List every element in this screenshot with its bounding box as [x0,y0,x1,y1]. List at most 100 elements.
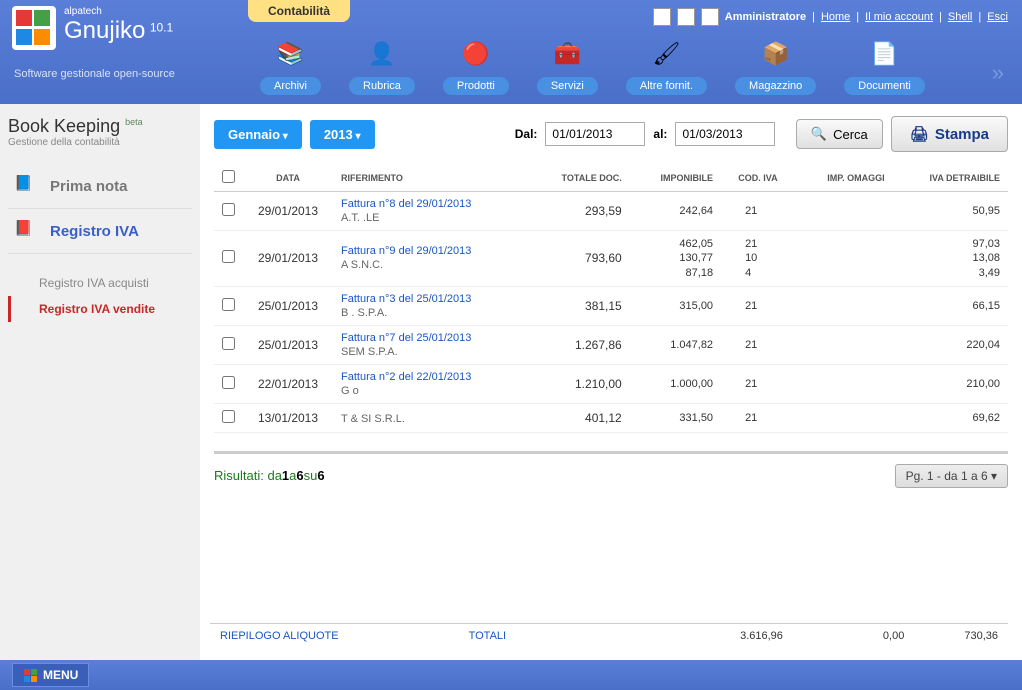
main-nav: 📚Archivi 👤Rubrica 🔴Prodotti 🧰Servizi 🖌Al… [260,36,925,95]
gear-icon[interactable]: ⚙ [653,8,671,26]
cell-imp: 331,50 [630,403,721,432]
cell-imp: 1.047,82 [630,325,721,364]
cell-cod: 21 [721,192,795,231]
nav-prodotti[interactable]: 🔴Prodotti [443,36,509,95]
cell-omag [795,325,893,364]
nav-servizi[interactable]: 🧰Servizi [537,36,598,95]
row-checkbox[interactable] [222,298,235,311]
cell-tot: 793,60 [528,231,630,287]
row-checkbox[interactable] [222,376,235,389]
date-to-input[interactable] [675,122,775,146]
cell-tot: 1.210,00 [528,364,630,403]
cell-tot: 293,59 [528,192,630,231]
cell-date: 22/01/2013 [243,364,333,403]
invoice-link[interactable]: Fattura n°2 del 22/01/2013 [341,371,520,383]
invoice-link[interactable]: Fattura n°3 del 25/01/2013 [341,293,520,305]
cell-omag [795,192,893,231]
nav-documenti[interactable]: 📄Documenti [844,36,925,95]
link-account[interactable]: Il mio account [865,11,933,23]
year-select[interactable]: 2013 [310,120,375,149]
subitem-iva-vendite[interactable]: Registro IVA vendite [8,296,192,322]
col-iva: IVA DETRAIBILE [893,164,1008,192]
link-shell[interactable]: Shell [948,11,972,23]
month-select[interactable]: Gennaio [214,120,302,149]
print-button[interactable]: 🖨Stampa [891,116,1008,152]
date-from-input[interactable] [545,122,645,146]
link-home[interactable]: Home [821,11,850,23]
warehouse-icon: 📦 [758,36,794,72]
module-tab[interactable]: Contabilità [248,0,350,22]
entries-table: DATA RIFERIMENTO TOTALE DOC. IMPONIBILE … [214,164,1008,433]
cell-tot: 401,12 [528,403,630,432]
col-data: DATA [243,164,333,192]
table-row: 29/01/2013Fattura n°8 del 29/01/2013A.T.… [214,192,1008,231]
nav-more-icon[interactable]: » [992,60,1004,86]
calendar-icon[interactable]: 12 [677,8,695,26]
cell-cod: 21 [721,286,795,325]
cell-omag [795,364,893,403]
nav-archivi[interactable]: 📚Archivi [260,36,321,95]
cell-ref: Fattura n°7 del 25/01/2013SEM S.P.A. [333,325,528,364]
invoice-link[interactable]: Fattura n°8 del 29/01/2013 [341,198,520,210]
sidebar-item-registro-iva[interactable]: 📕 Registro IVA [8,209,192,254]
col-omaggi: IMP. OMAGGI [795,164,893,192]
cell-imp: 1.000,00 [630,364,721,403]
select-all-checkbox[interactable] [222,170,235,183]
table-row: 25/01/2013Fattura n°7 del 25/01/2013SEM … [214,325,1008,364]
row-checkbox[interactable] [222,410,235,423]
top-links: ⚙ 12 ▭ Amministratore | Home | Il mio ac… [653,8,1008,26]
table-row: 29/01/2013Fattura n°9 del 29/01/2013A S.… [214,231,1008,287]
col-totale: TOTALE DOC. [528,164,630,192]
user-label: Amministratore [725,11,806,23]
cell-iva: 97,0313,083,49 [893,231,1008,287]
invoice-link[interactable]: Fattura n°7 del 25/01/2013 [341,332,520,344]
app-header: alpatech Gnujiko 10.1 Software gestional… [0,0,1022,104]
cell-tot: 381,15 [528,286,630,325]
search-icon: 🔍 [811,126,827,142]
summary-row: RIEPILOGO ALIQUOTE TOTALI 3.616,96 0,00 … [210,623,1008,648]
nav-magazzino[interactable]: 📦Magazzino [735,36,816,95]
nav-fornit[interactable]: 🖌Altre fornit. [626,36,707,95]
from-label: Dal: [515,127,538,141]
row-checkbox[interactable] [222,250,235,263]
cell-omag [795,286,893,325]
footer-menu-button[interactable]: MENU [12,663,89,687]
ledger-icon: 📘 [14,174,42,198]
cell-tot: 1.267,86 [528,325,630,364]
subitem-iva-acquisti[interactable]: Registro IVA acquisti [8,270,192,296]
search-button[interactable]: 🔍Cerca [796,119,883,149]
cell-date: 25/01/2013 [243,286,333,325]
invoice-link[interactable]: Fattura n°9 del 29/01/2013 [341,245,520,257]
content-area: Gennaio 2013 Dal: al: 🔍Cerca 🖨Stampa DAT… [200,104,1022,660]
cell-iva: 69,62 [893,403,1008,432]
cell-iva: 66,15 [893,286,1008,325]
summary-label: RIEPILOGO ALIQUOTE [220,630,339,642]
cell-iva: 50,95 [893,192,1008,231]
module-subtitle: Gestione della contabilità [8,137,192,148]
nav-rubrica[interactable]: 👤Rubrica [349,36,415,95]
logo: alpatech Gnujiko 10.1 [12,6,173,50]
menu-icon [23,668,37,682]
table-row: 13/01/2013T & SI S.R.L.401,12331,502169,… [214,403,1008,432]
row-checkbox[interactable] [222,337,235,350]
cell-cod: 21 [721,325,795,364]
monitor-icon[interactable]: ▭ [701,8,719,26]
pager-select[interactable]: Pg. 1 - da 1 a 6 ▾ [895,464,1008,488]
results-bar: Risultati: da 1 a 6 su 6 Pg. 1 - da 1 a … [214,451,1008,488]
cell-omag [795,403,893,432]
cell-date: 29/01/2013 [243,231,333,287]
filter-toolbar: Gennaio 2013 Dal: al: 🔍Cerca 🖨Stampa [214,116,1008,152]
link-exit[interactable]: Esci [987,11,1008,23]
sidebar-item-prima-nota[interactable]: 📘 Prima nota [8,164,192,209]
cell-cod: 21 [721,403,795,432]
brand-version: 10.1 [150,21,173,35]
supplies-icon: 🖌 [648,36,684,72]
row-checkbox[interactable] [222,203,235,216]
cell-iva: 210,00 [893,364,1008,403]
col-imponibile: IMPONIBILE [630,164,721,192]
cell-date: 13/01/2013 [243,403,333,432]
footer-bar: MENU [0,660,1022,690]
cell-ref: Fattura n°9 del 29/01/2013A S.N.C. [333,231,528,287]
summary-omag: 0,00 [883,630,904,642]
contacts-icon: 👤 [364,36,400,72]
